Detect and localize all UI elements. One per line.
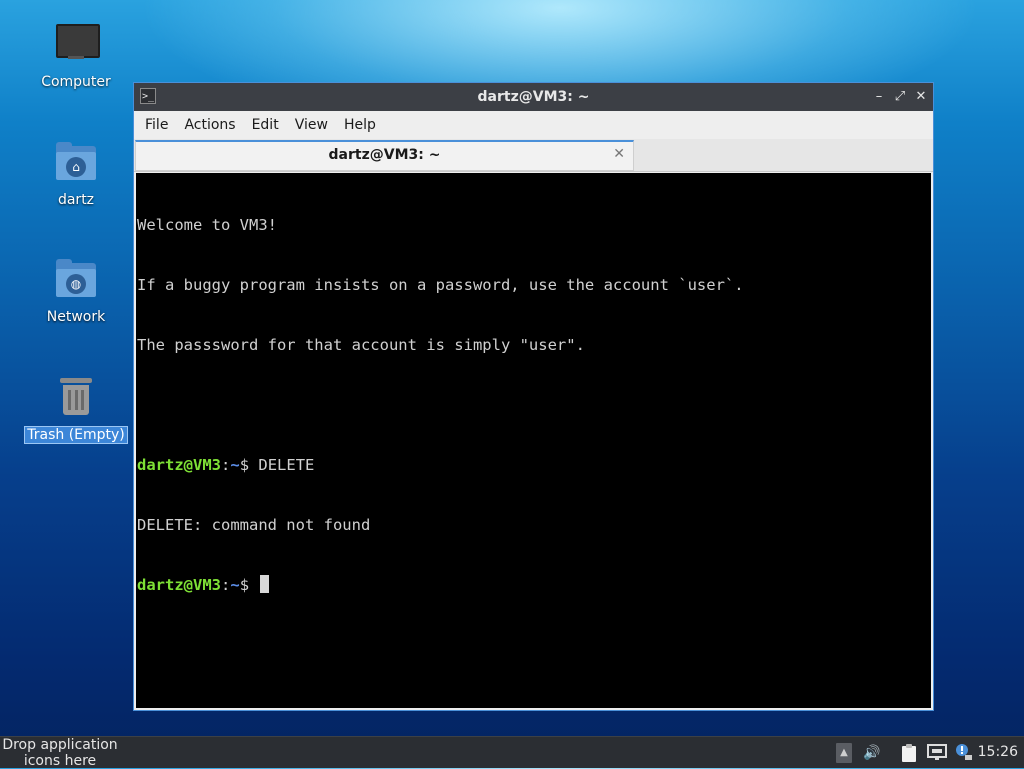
terminal-prompt-line: dartz@VM3:~$ [137,575,930,595]
desktop-icon-label: Computer [41,74,111,90]
menu-bar: File Actions Edit View Help [134,111,933,139]
clock[interactable]: 15:26 [978,737,1018,768]
close-button[interactable]: ✕ [913,89,929,105]
desktop-icon-network[interactable]: ◍ Network [28,257,124,325]
prompt-symbol: $ [239,456,250,474]
menu-edit[interactable]: Edit [244,117,287,133]
terminal-line: Welcome to VM3! [137,216,277,234]
menu-file[interactable]: File [137,117,176,133]
desktop-icon-label: dartz [57,192,95,208]
volume-icon[interactable]: 🔊 [862,743,882,763]
desktop-icon-label: Trash (Empty) [24,426,128,444]
tab-strip: dartz@VM3: ~ ✕ [134,139,933,172]
desktop-icon-computer[interactable]: Computer [28,22,124,90]
trash-icon [54,374,98,418]
window-title: dartz@VM3: ~ [477,89,590,105]
menu-view[interactable]: View [287,117,336,133]
terminal-line: DELETE: command not found [137,516,371,534]
terminal-cursor [260,575,270,593]
network-icon[interactable] [926,743,948,763]
prompt-path: ~ [230,456,240,474]
maximize-button[interactable]: ⤢ [892,89,908,105]
prompt-path: ~ [230,576,240,594]
prompt-user: dartz@VM3 [137,576,221,594]
menu-help[interactable]: Help [336,117,384,133]
terminal-window: >_ dartz@VM3: ~ – ⤢ ✕ File Actions Edit … [133,82,934,711]
tab-title: dartz@VM3: ~ [328,147,441,163]
launcher-drop-hint[interactable]: Drop application icons here [0,737,120,769]
clipboard-icon[interactable] [898,743,920,763]
menu-actions[interactable]: Actions [176,117,243,133]
desktop-icon-home[interactable]: ⌂ dartz [28,140,124,208]
prompt-user: dartz@VM3 [137,456,221,474]
bottom-panel: Drop application icons here ▲ 🔊 15:26 [0,736,1024,769]
computer-icon [54,22,100,66]
typed-command: DELETE [249,456,315,474]
terminal-output[interactable]: Welcome to VM3! If a buggy program insis… [136,173,931,708]
prompt-symbol: $ [239,576,250,594]
terminal-line: The passsword for that account is simply… [137,336,585,354]
minimize-button[interactable]: – [871,89,887,105]
desktop-icon-label: Network [46,309,106,325]
prompt-separator: : [221,576,231,594]
notification-icon[interactable] [952,743,974,763]
prompt-separator: : [221,456,231,474]
network-folder-icon: ◍ [54,257,98,301]
tab-terminal[interactable]: dartz@VM3: ~ ✕ [135,140,634,171]
tab-close-icon[interactable]: ✕ [613,146,625,162]
terminal-line: If a buggy program insists on a password… [137,276,744,294]
desktop-icon-trash[interactable]: Trash (Empty) [24,374,128,444]
arrow-up-icon[interactable]: ▲ [836,743,852,763]
terminal-prompt-line: dartz@VM3:~$ DELETE [137,455,930,475]
window-titlebar[interactable]: >_ dartz@VM3: ~ – ⤢ ✕ [134,83,933,111]
home-folder-icon: ⌂ [54,140,98,184]
